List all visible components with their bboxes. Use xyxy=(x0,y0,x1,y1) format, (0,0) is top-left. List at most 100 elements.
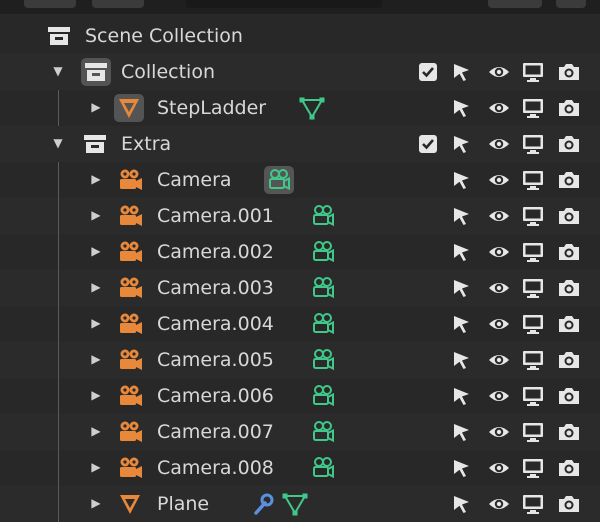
render-camera-icon[interactable] xyxy=(557,385,581,407)
expand-triangle-icon[interactable]: ▼ xyxy=(51,64,65,78)
expand-triangle-icon[interactable]: ▼ xyxy=(51,136,65,150)
render-camera-icon[interactable] xyxy=(557,493,581,515)
expand-triangle-icon[interactable]: ▶ xyxy=(89,316,103,330)
checkbox-icon[interactable] xyxy=(416,133,440,155)
expand-triangle-icon[interactable]: ▶ xyxy=(89,496,103,510)
select-arrow-icon[interactable] xyxy=(449,385,473,407)
monitor-icon[interactable] xyxy=(521,241,545,263)
eye-icon[interactable] xyxy=(487,385,511,407)
eye-icon[interactable] xyxy=(487,421,511,443)
select-arrow-icon[interactable] xyxy=(449,169,473,191)
eye-icon[interactable] xyxy=(487,457,511,479)
select-arrow-icon[interactable] xyxy=(449,133,473,155)
monitor-icon[interactable] xyxy=(521,169,545,191)
expand-triangle-icon[interactable]: ▶ xyxy=(89,280,103,294)
tree-row-stepladder[interactable]: ▶ StepLadder xyxy=(0,90,600,126)
tree-row-collection[interactable]: ▼ Collection xyxy=(0,54,600,90)
render-camera-icon[interactable] xyxy=(557,61,581,83)
monitor-icon[interactable] xyxy=(521,385,545,407)
render-camera-icon[interactable] xyxy=(557,205,581,227)
select-arrow-icon[interactable] xyxy=(449,205,473,227)
monitor-icon[interactable] xyxy=(521,133,545,155)
monitor-icon[interactable] xyxy=(521,457,545,479)
tree-row-camera-006[interactable]: ▶ Camera.006 xyxy=(0,378,600,414)
expand-triangle-icon[interactable]: ▶ xyxy=(89,208,103,222)
select-arrow-icon[interactable] xyxy=(449,421,473,443)
select-arrow-icon[interactable] xyxy=(449,349,473,371)
tree-row-camera-004[interactable]: ▶ Camera.004 xyxy=(0,306,600,342)
camera-data-icon[interactable] xyxy=(308,238,338,266)
render-camera-icon[interactable] xyxy=(557,349,581,371)
expand-triangle-icon[interactable]: ▶ xyxy=(89,460,103,474)
mesh-data-icon[interactable] xyxy=(297,94,327,122)
select-arrow-icon[interactable] xyxy=(449,61,473,83)
eye-icon[interactable] xyxy=(487,349,511,371)
tree-row-plane[interactable]: ▶ Plane xyxy=(0,486,600,522)
sort-button[interactable] xyxy=(488,0,542,8)
select-arrow-icon[interactable] xyxy=(449,313,473,335)
tree-row-camera-008[interactable]: ▶ Camera.008 xyxy=(0,450,600,486)
select-arrow-icon[interactable] xyxy=(449,493,473,515)
monitor-icon[interactable] xyxy=(521,421,545,443)
monitor-icon[interactable] xyxy=(521,349,545,371)
eye-icon[interactable] xyxy=(487,169,511,191)
new-collection-button[interactable] xyxy=(556,0,586,8)
tree-row-camera-007[interactable]: ▶ Camera.007 xyxy=(0,414,600,450)
row-label: Collection xyxy=(121,61,215,83)
display-mode-button[interactable] xyxy=(24,0,76,8)
eye-icon[interactable] xyxy=(487,133,511,155)
select-arrow-icon[interactable] xyxy=(449,241,473,263)
select-arrow-icon[interactable] xyxy=(449,277,473,299)
camera-data-icon[interactable] xyxy=(308,274,338,302)
camera-object-icon xyxy=(117,455,143,481)
eye-icon[interactable] xyxy=(487,241,511,263)
monitor-icon[interactable] xyxy=(521,313,545,335)
render-camera-icon[interactable] xyxy=(557,97,581,119)
search-input[interactable] xyxy=(186,0,382,8)
eye-icon[interactable] xyxy=(487,277,511,299)
select-arrow-icon[interactable] xyxy=(449,97,473,119)
monitor-icon[interactable] xyxy=(521,61,545,83)
tree-row-camera-001[interactable]: ▶ Camera.001 xyxy=(0,198,600,234)
monitor-icon[interactable] xyxy=(521,97,545,119)
tree-row-camera-005[interactable]: ▶ Camera.005 xyxy=(0,342,600,378)
render-camera-icon[interactable] xyxy=(557,313,581,335)
camera-data-icon[interactable] xyxy=(308,346,338,374)
camera-data-icon[interactable] xyxy=(308,382,338,410)
render-camera-icon[interactable] xyxy=(557,277,581,299)
render-camera-icon[interactable] xyxy=(557,169,581,191)
expand-triangle-icon[interactable]: ▶ xyxy=(89,100,103,114)
monitor-icon[interactable] xyxy=(521,277,545,299)
render-camera-icon[interactable] xyxy=(557,457,581,479)
wrench-icon[interactable] xyxy=(248,490,278,518)
eye-icon[interactable] xyxy=(487,205,511,227)
camera-data-icon[interactable] xyxy=(308,454,338,482)
camera-data-icon[interactable] xyxy=(308,418,338,446)
expand-triangle-icon[interactable]: ▶ xyxy=(89,388,103,402)
camera-data-icon[interactable] xyxy=(308,310,338,338)
monitor-icon[interactable] xyxy=(521,493,545,515)
camera-data-icon[interactable] xyxy=(264,166,294,194)
render-camera-icon[interactable] xyxy=(557,133,581,155)
tree-row-camera-003[interactable]: ▶ Camera.003 xyxy=(0,270,600,306)
select-arrow-icon[interactable] xyxy=(449,457,473,479)
monitor-icon[interactable] xyxy=(521,205,545,227)
expand-triangle-icon[interactable]: ▶ xyxy=(89,352,103,366)
eye-icon[interactable] xyxy=(487,493,511,515)
eye-icon[interactable] xyxy=(487,97,511,119)
render-camera-icon[interactable] xyxy=(557,421,581,443)
filter-button[interactable] xyxy=(92,0,144,8)
tree-row-extra[interactable]: ▼ Extra xyxy=(0,126,600,162)
tree-row-camera[interactable]: ▶ Camera xyxy=(0,162,600,198)
render-camera-icon[interactable] xyxy=(557,241,581,263)
tree-row-camera-002[interactable]: ▶ Camera.002 xyxy=(0,234,600,270)
expand-triangle-icon[interactable]: ▶ xyxy=(89,172,103,186)
camera-data-icon[interactable] xyxy=(308,202,338,230)
checkbox-icon[interactable] xyxy=(416,61,440,83)
eye-icon[interactable] xyxy=(487,313,511,335)
tree-row-scene-collection[interactable]: Scene Collection xyxy=(0,18,600,54)
expand-triangle-icon[interactable]: ▶ xyxy=(89,424,103,438)
eye-icon[interactable] xyxy=(487,61,511,83)
expand-triangle-icon[interactable]: ▶ xyxy=(89,244,103,258)
mesh-data-icon[interactable] xyxy=(280,490,310,518)
